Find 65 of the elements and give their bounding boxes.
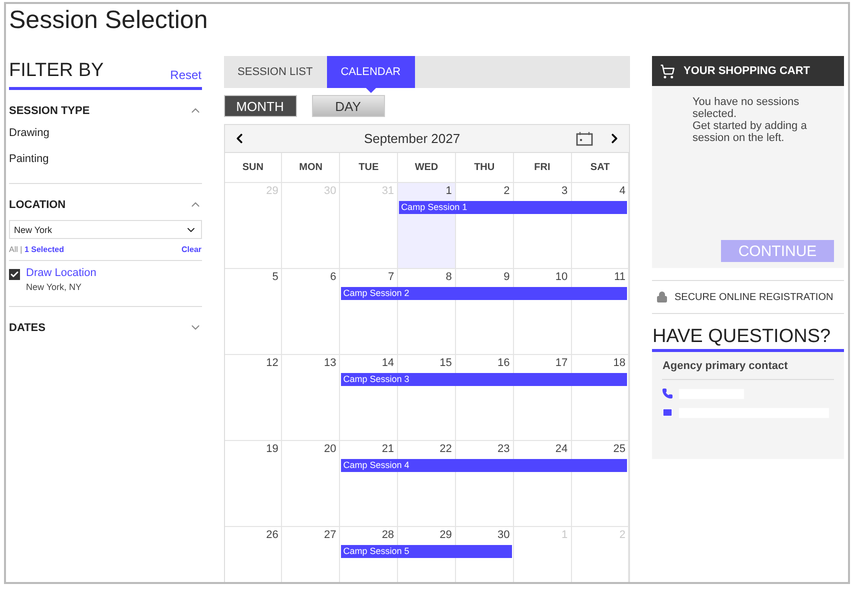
day-number: 5 bbox=[272, 271, 278, 283]
day-number: 20 bbox=[324, 443, 336, 455]
selected-count-link[interactable]: 1 Selected bbox=[24, 245, 64, 254]
day-number: 2 bbox=[504, 185, 510, 197]
day-number: 10 bbox=[555, 271, 568, 283]
month-title: September 2027 bbox=[362, 131, 462, 146]
day-number: 24 bbox=[555, 443, 568, 455]
cart-icon bbox=[660, 64, 676, 78]
day-number: 18 bbox=[613, 357, 626, 369]
location-address: New York, NY bbox=[26, 282, 83, 292]
day-number: 29 bbox=[440, 529, 452, 541]
all-link[interactable]: All bbox=[9, 245, 18, 254]
page-title: Session Selection bbox=[9, 5, 209, 36]
cart-message: Get started by adding a session on the left. bbox=[692, 120, 808, 144]
secure-registration-text: SECURE ONLINE REGISTRATION bbox=[674, 292, 834, 302]
day-number: 11 bbox=[614, 271, 626, 283]
day-number: 13 bbox=[324, 357, 336, 369]
day-number: 3 bbox=[562, 185, 568, 197]
day-number: 26 bbox=[266, 529, 278, 541]
section-title: DATES bbox=[9, 322, 46, 334]
cart-message: You have no sessions selected. bbox=[692, 96, 800, 120]
session-event-bar[interactable]: Camp Session 1 bbox=[399, 201, 628, 214]
view-tab[interactable]: SESSION LIST bbox=[224, 56, 327, 88]
day-number: 7 bbox=[388, 271, 394, 283]
day-number: 22 bbox=[440, 443, 452, 455]
reset-link[interactable]: Reset bbox=[170, 68, 202, 82]
phone-icon bbox=[662, 388, 674, 399]
day-number: 23 bbox=[498, 443, 510, 455]
location-name[interactable]: Draw Location bbox=[26, 267, 96, 279]
filter-item[interactable]: Painting bbox=[9, 153, 202, 169]
day-number: 1 bbox=[446, 185, 452, 197]
view-toggle-button[interactable]: DAY bbox=[312, 95, 385, 117]
day-number: 30 bbox=[498, 529, 510, 541]
clear-link[interactable]: Clear bbox=[182, 245, 202, 254]
session-event-bar[interactable]: Camp Session 3 bbox=[341, 373, 628, 386]
filter-item[interactable]: Drawing bbox=[9, 127, 202, 143]
session-event-bar[interactable]: Camp Session 2 bbox=[341, 287, 628, 300]
lock-icon bbox=[656, 291, 668, 303]
day-number: 27 bbox=[324, 529, 336, 541]
contact-title: Agency primary contact bbox=[662, 360, 834, 380]
day-number: 15 bbox=[440, 357, 452, 369]
day-number: 6 bbox=[330, 271, 336, 283]
day-number: 16 bbox=[498, 357, 510, 369]
day-number: 17 bbox=[555, 357, 568, 369]
session-event-bar[interactable]: Camp Session 4 bbox=[341, 459, 628, 472]
day-number: 21 bbox=[382, 443, 394, 455]
day-number: 14 bbox=[382, 357, 394, 369]
day-number: 28 bbox=[382, 529, 394, 541]
day-number: 9 bbox=[504, 271, 510, 283]
section-title: SESSION TYPE bbox=[9, 104, 90, 116]
session-event-bar[interactable]: Camp Session 5 bbox=[341, 545, 512, 558]
day-number: 8 bbox=[446, 271, 452, 283]
day-number: 25 bbox=[613, 443, 626, 455]
day-number: 19 bbox=[266, 443, 278, 455]
location-select[interactable]: New York bbox=[9, 220, 202, 239]
section-title: LOCATION bbox=[9, 198, 66, 210]
view-toggle-button[interactable]: MONTH bbox=[224, 95, 297, 117]
view-tab[interactable]: CALENDAR bbox=[326, 56, 415, 88]
separator-text: | bbox=[20, 245, 22, 254]
checkbox[interactable] bbox=[9, 269, 20, 280]
day-number: 12 bbox=[266, 357, 278, 369]
cart-title: YOUR SHOPPING CART bbox=[683, 65, 810, 77]
filter-title: FILTER BY bbox=[9, 60, 104, 82]
mail-icon bbox=[662, 407, 674, 418]
day-number: 4 bbox=[619, 185, 626, 197]
